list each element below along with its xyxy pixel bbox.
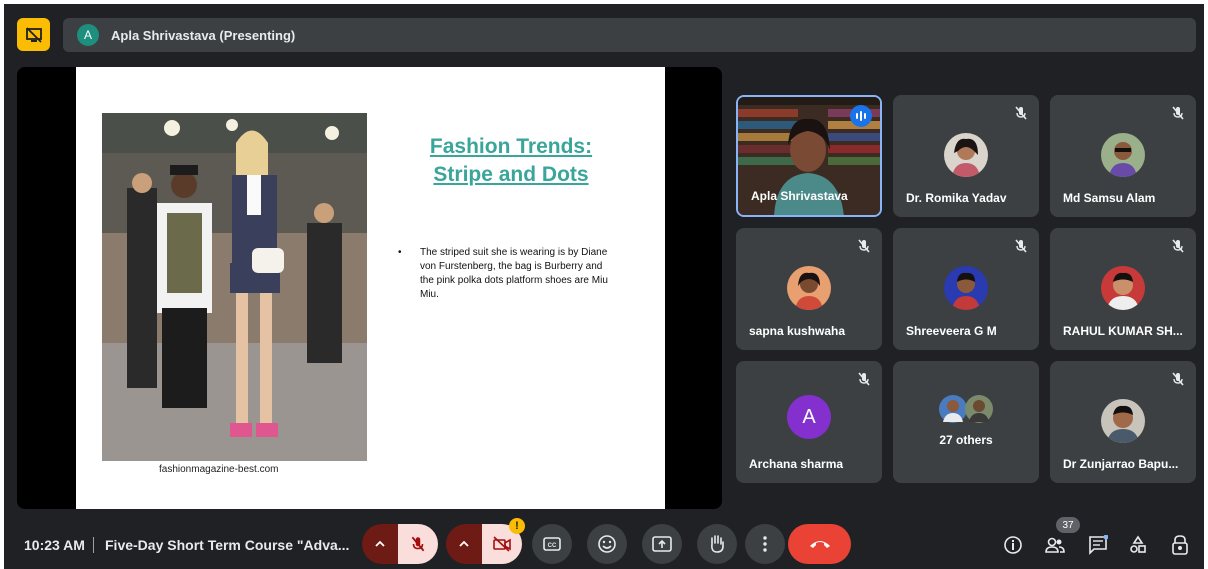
participant-name: Apla Shrivastava bbox=[751, 189, 848, 203]
slide: fashionmagazine-best.com Fashion Trends:… bbox=[76, 67, 665, 509]
camera-off-icon bbox=[493, 536, 511, 552]
more-vert-icon bbox=[763, 536, 767, 552]
mic-off-icon bbox=[858, 372, 870, 386]
others-count: 27 others bbox=[939, 433, 993, 447]
participant-name: sapna kushwaha bbox=[749, 324, 846, 338]
divider bbox=[93, 537, 94, 553]
participant-tile[interactable]: A Archana sharma bbox=[736, 361, 882, 483]
participant-tile[interactable]: Dr Zunjarrao Bapu... bbox=[1050, 361, 1196, 483]
mic-off-icon bbox=[1015, 106, 1027, 120]
participant-tile[interactable]: sapna kushwaha bbox=[736, 228, 882, 350]
participant-avatar bbox=[1101, 133, 1145, 177]
participant-tile[interactable]: Shreeveera G M bbox=[893, 228, 1039, 350]
speaking-indicator-icon bbox=[850, 105, 872, 127]
chat-button[interactable] bbox=[1087, 534, 1109, 556]
video-settings-chevron-up-icon[interactable] bbox=[446, 524, 482, 564]
slide-bullet-text: The striped suit she is wearing is by Di… bbox=[420, 247, 608, 300]
slide-title: Fashion Trends: Stripe and Dots bbox=[401, 133, 621, 189]
slide-bullet: • The striped suit she is wearing is by … bbox=[398, 246, 608, 302]
meeting-details-button[interactable] bbox=[1002, 534, 1024, 556]
mic-off-icon bbox=[411, 536, 425, 552]
mic-off-icon bbox=[1172, 372, 1184, 386]
participant-tile[interactable]: Dr. Romika Yadav bbox=[893, 95, 1039, 217]
participant-name: RAHUL KUMAR SH... bbox=[1063, 324, 1183, 338]
mic-off-icon bbox=[858, 239, 870, 253]
participant-avatar: A bbox=[787, 395, 831, 439]
bullet-dot: • bbox=[398, 247, 402, 258]
presenter-title: Apla Shrivastava (Presenting) bbox=[111, 27, 296, 43]
people-count-badge: 37 bbox=[1056, 517, 1080, 533]
participant-avatar bbox=[944, 133, 988, 177]
participant-avatar bbox=[944, 266, 988, 310]
present-screen-icon bbox=[652, 536, 672, 552]
leave-call-button[interactable] bbox=[788, 524, 851, 564]
participant-name: Shreeveera G M bbox=[906, 324, 997, 338]
people-button[interactable] bbox=[1044, 534, 1066, 556]
meeting-time: 10:23 AM bbox=[24, 537, 85, 553]
mic-off-icon bbox=[1172, 239, 1184, 253]
emoji-icon bbox=[598, 535, 616, 553]
chat-icon bbox=[1089, 535, 1108, 555]
presenter-bar[interactable]: A Apla Shrivastava (Presenting) bbox=[63, 18, 1196, 52]
camera-warning-icon: ! bbox=[509, 518, 525, 534]
microphone-toggle-button[interactable] bbox=[398, 524, 438, 564]
participant-avatar bbox=[787, 266, 831, 310]
mic-control-group bbox=[362, 524, 438, 564]
presentation-stage: fashionmagazine-best.com Fashion Trends:… bbox=[17, 67, 722, 509]
more-options-button[interactable] bbox=[745, 524, 785, 564]
shapes-icon bbox=[1130, 535, 1146, 553]
photo-caption: fashionmagazine-best.com bbox=[159, 464, 279, 475]
participant-name: Dr Zunjarrao Bapu... bbox=[1063, 457, 1179, 471]
lock-person-icon bbox=[1172, 535, 1188, 555]
mic-off-icon bbox=[1015, 239, 1027, 253]
slide-title-line2: Stripe and Dots bbox=[433, 163, 589, 186]
participant-tile[interactable]: RAHUL KUMAR SH... bbox=[1050, 228, 1196, 350]
info-icon bbox=[1004, 536, 1022, 554]
others-avatars bbox=[939, 395, 993, 423]
host-controls-button[interactable] bbox=[1169, 534, 1191, 556]
captions-button[interactable]: CC bbox=[532, 524, 572, 564]
audio-settings-chevron-up-icon[interactable] bbox=[362, 524, 398, 564]
meet-window: A Apla Shrivastava (Presenting) fashionm… bbox=[4, 4, 1204, 569]
presenter-avatar: A bbox=[77, 24, 99, 46]
slide-title-line1: Fashion Trends: bbox=[429, 135, 593, 158]
participant-name: Dr. Romika Yadav bbox=[906, 191, 1007, 205]
hand-icon bbox=[711, 535, 724, 553]
participant-avatar bbox=[1101, 266, 1145, 310]
participant-name: Archana sharma bbox=[749, 457, 844, 471]
participant-tile[interactable]: Apla Shrivastava bbox=[736, 95, 882, 217]
participant-name: Md Samsu Alam bbox=[1063, 191, 1156, 205]
captions-icon: CC bbox=[543, 537, 561, 551]
svg-text:CC: CC bbox=[548, 543, 557, 549]
participant-tile[interactable]: Md Samsu Alam bbox=[1050, 95, 1196, 217]
hang-up-icon bbox=[809, 541, 830, 548]
participant-avatar bbox=[1101, 399, 1145, 443]
others-tile[interactable]: 27 others bbox=[893, 361, 1039, 483]
meeting-title: Five-Day Short Term Course "Adva... bbox=[105, 537, 350, 553]
present-now-button[interactable] bbox=[642, 524, 682, 564]
activities-button[interactable] bbox=[1127, 534, 1149, 556]
mic-off-icon bbox=[1172, 106, 1184, 120]
reactions-button[interactable] bbox=[587, 524, 627, 564]
stop-presenting-icon[interactable] bbox=[17, 18, 50, 51]
raise-hand-button[interactable] bbox=[697, 524, 737, 564]
fashion-photo bbox=[102, 113, 367, 461]
people-icon bbox=[1045, 537, 1065, 553]
